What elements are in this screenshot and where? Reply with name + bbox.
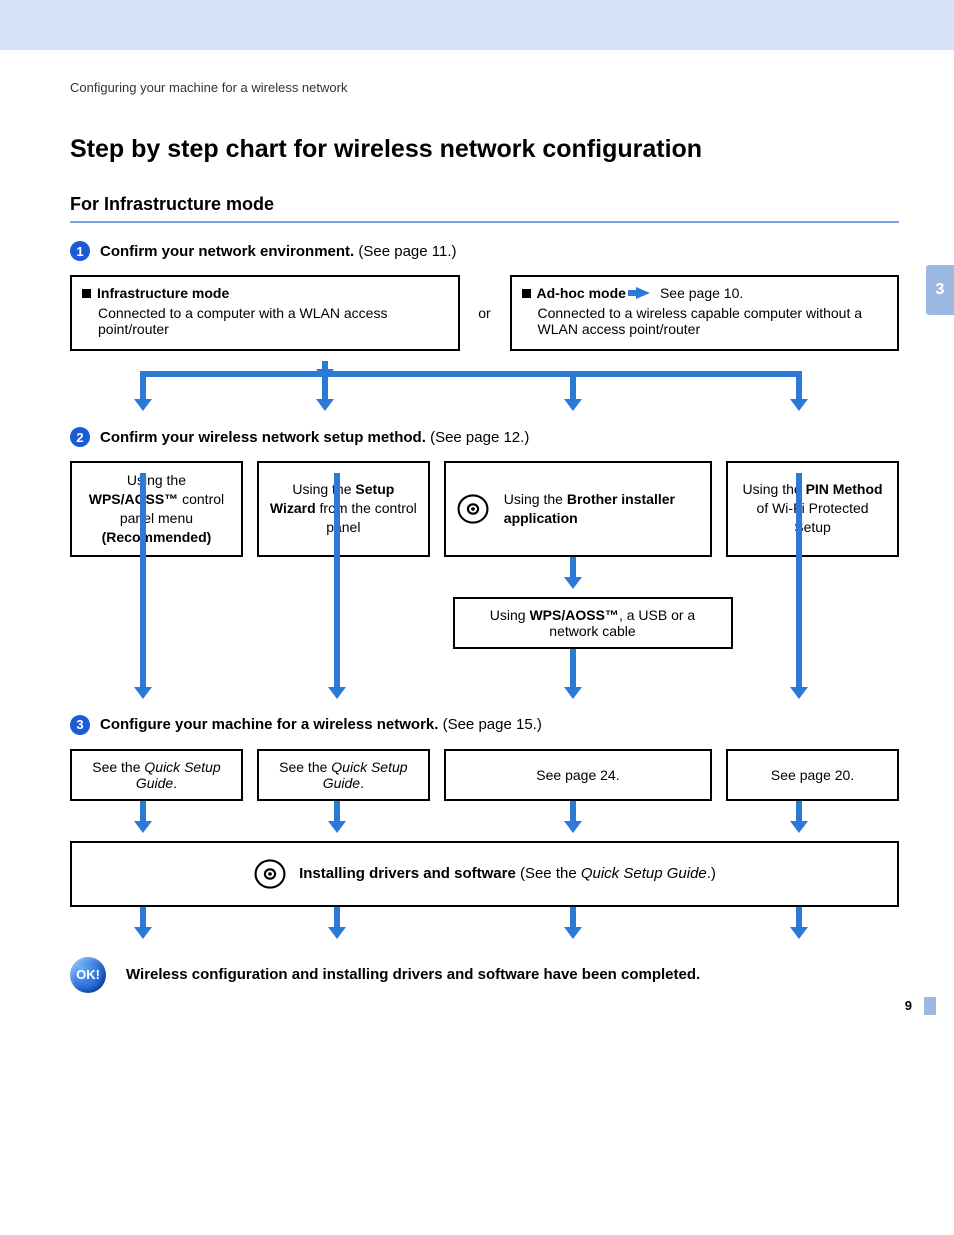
step2-options: Using the WPS/AOSS™ control panel menu (… — [70, 461, 899, 557]
infrastructure-mode-box: Infrastructure mode Connected to a compu… — [70, 275, 460, 351]
page-accent — [924, 997, 936, 1015]
bullet-icon — [82, 289, 91, 298]
connector-4 — [70, 907, 899, 947]
completion-row: OK! Wireless configuration and installin… — [70, 957, 899, 993]
cd-icon — [456, 492, 490, 526]
connector-1 — [70, 361, 899, 421]
adhoc-mode-box: Ad-hoc mode See page 10. Connected to a … — [510, 275, 900, 351]
ok-badge-icon: OK! — [70, 957, 106, 993]
completion-text: Wireless configuration and installing dr… — [126, 966, 700, 983]
option-brother-installer: Using the Brother installer application — [444, 461, 712, 557]
ref-page-20: See page 20. — [726, 749, 899, 801]
step-3-text: Configure your machine for a wireless ne… — [100, 716, 542, 733]
step-1-text: Confirm your network environment. (See p… — [100, 243, 457, 260]
step1-options: Infrastructure mode Connected to a compu… — [70, 275, 899, 351]
option-pin-method: Using the PIN Method of Wi-Fi Protected … — [726, 461, 899, 557]
arrow-right-icon — [636, 287, 650, 299]
connector-3 — [70, 801, 899, 841]
sub-wps-usb-cable: Using WPS/AOSS™, a USB or a network cabl… — [453, 597, 733, 649]
connector-2b — [70, 649, 899, 709]
section-title: For Infrastructure mode — [70, 194, 899, 215]
cd-icon — [253, 857, 287, 891]
breadcrumb: Configuring your machine for a wireless … — [70, 80, 899, 95]
step-2-text: Confirm your wireless network setup meth… — [100, 429, 529, 446]
ref-quick-setup-2: See the Quick Setup Guide. — [257, 749, 430, 801]
connector-2a — [70, 557, 899, 597]
bullet-icon — [522, 289, 531, 298]
option-setup-wizard: Using the Setup Wizard from the control … — [257, 461, 430, 557]
step-3-header: 3 Configure your machine for a wireless … — [70, 715, 899, 735]
or-label: or — [470, 305, 500, 321]
step-badge-3: 3 — [70, 715, 90, 735]
option-wps-aoss: Using the WPS/AOSS™ control panel menu (… — [70, 461, 243, 557]
step3-refs: See the Quick Setup Guide. See the Quick… — [70, 749, 899, 801]
step-1-header: 1 Confirm your network environment. (See… — [70, 241, 899, 261]
page-title: Step by step chart for wireless network … — [70, 135, 899, 164]
section-rule — [70, 221, 899, 223]
step2-sub: Using WPS/AOSS™, a USB or a network cabl… — [178, 597, 954, 649]
ref-quick-setup-1: See the Quick Setup Guide. — [70, 749, 243, 801]
page-number: 9 — [905, 998, 912, 1013]
step-2-header: 2 Confirm your wireless network setup me… — [70, 427, 899, 447]
step-badge-1: 1 — [70, 241, 90, 261]
step-badge-2: 2 — [70, 427, 90, 447]
install-box: Installing drivers and software (See the… — [70, 841, 899, 907]
ref-page-24: See page 24. — [444, 749, 712, 801]
top-banner — [0, 0, 954, 50]
chapter-tab: 3 — [926, 265, 954, 315]
